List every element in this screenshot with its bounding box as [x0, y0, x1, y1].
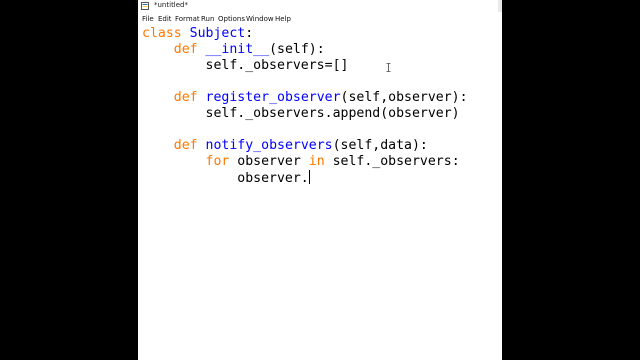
code-line-7: for observer in self._observers: [142, 154, 460, 170]
code-text: self._observers.append(observer) [205, 106, 460, 121]
title-bar: *untitled* [138, 0, 502, 12]
function-name: notify_observers [205, 138, 333, 153]
code-text: self._observers=[] [205, 58, 349, 73]
menu-options[interactable]: Options [218, 15, 245, 24]
window-controls-edge[interactable] [498, 0, 502, 12]
keyword: def [173, 138, 198, 153]
code-text: (self): [269, 42, 325, 57]
menu-edit[interactable]: Edit [158, 15, 172, 24]
menu-file[interactable]: File [142, 15, 154, 24]
code-text: (self,data): [332, 138, 428, 153]
text-cursor-icon [386, 63, 391, 72]
code-line-4: def register_observer(self,observer): [142, 90, 468, 106]
menu-help[interactable]: Help [275, 15, 291, 24]
code-text: : [245, 26, 254, 41]
idle-editor-window: *untitled* File Edit Format Run Options … [138, 0, 502, 360]
class-name: Subject [189, 26, 246, 41]
keyword: def [173, 90, 198, 105]
code-text: observer [229, 154, 309, 169]
window-title: *untitled* [154, 1, 189, 9]
code-line-5: self._observers.append(observer) [142, 106, 460, 122]
menu-format[interactable]: Format [175, 15, 200, 24]
menu-bar: File Edit Format Run Options Window Help [138, 13, 502, 25]
code-text: observer. [237, 171, 309, 186]
code-line-8: observer. [142, 170, 310, 186]
code-line-1: class Subject: [142, 26, 253, 42]
function-name: __init__ [205, 42, 270, 57]
function-name: register_observer [205, 90, 341, 105]
code-line-6: def notify_observers(self,data): [142, 138, 428, 154]
python-idle-icon [141, 2, 149, 10]
keyword: def [173, 42, 198, 57]
code-editor[interactable]: class Subject: def __init__(self): self.… [138, 26, 502, 360]
code-line-2: def __init__(self): [142, 42, 325, 58]
text-caret [308, 170, 310, 184]
menu-window[interactable]: Window [246, 15, 274, 24]
keyword: for [205, 154, 230, 169]
menu-run[interactable]: Run [201, 15, 214, 24]
code-text: self._observers: [324, 154, 460, 169]
keyword: in [308, 154, 325, 169]
code-text: (self,observer): [340, 90, 468, 105]
code-line-3: self._observers=[] [142, 58, 349, 74]
keyword: class [142, 26, 182, 41]
